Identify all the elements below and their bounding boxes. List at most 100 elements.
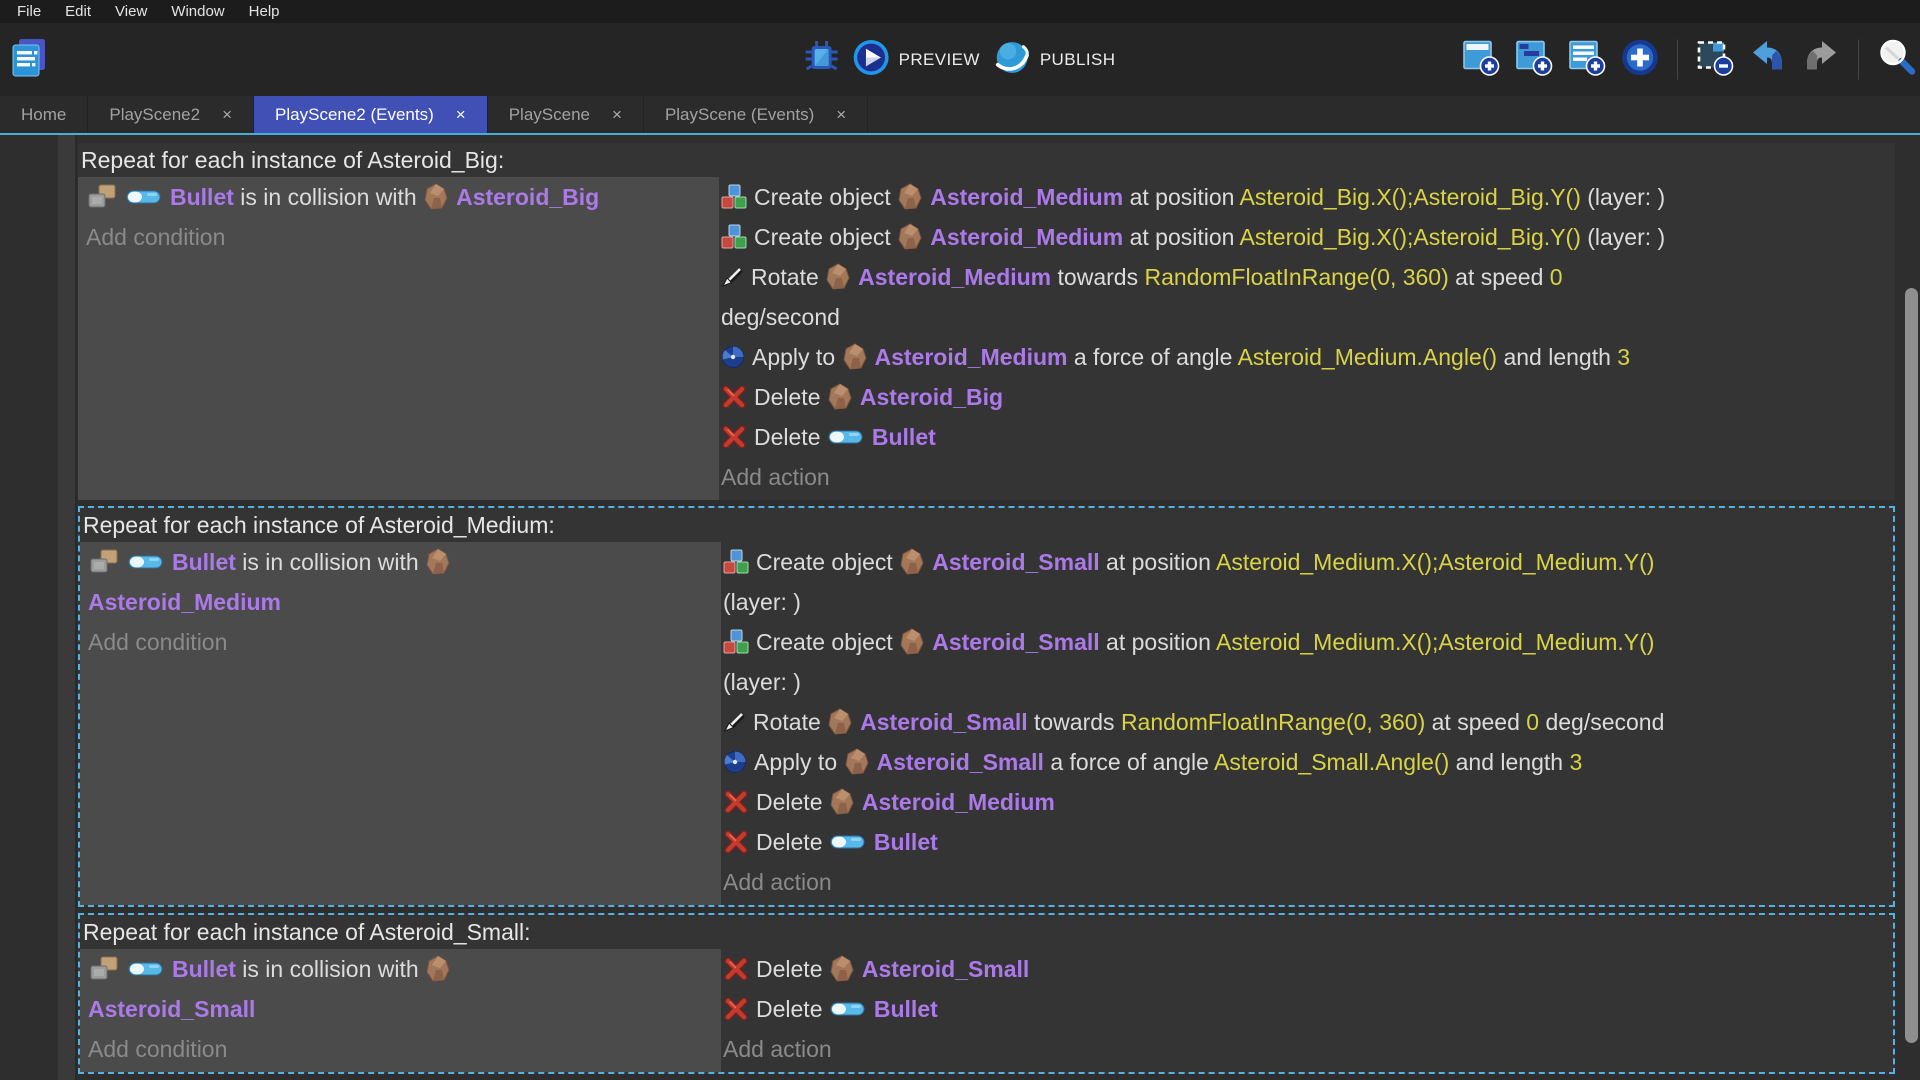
object-name: Asteroid_Small (862, 956, 1029, 982)
menu-item-window[interactable]: Window (159, 0, 236, 23)
add-event-icon[interactable] (1462, 38, 1500, 81)
collision-icon (88, 956, 120, 982)
object-name: Asteroid_Medium (858, 264, 1051, 290)
sentence-text: Rotate (751, 264, 825, 290)
tab-bar: HomePlayScene2×PlayScene2 (Events)×PlayS… (0, 96, 1920, 135)
search-icon[interactable] (1877, 37, 1917, 82)
remove-event-icon[interactable] (1696, 38, 1734, 81)
add-action-button[interactable]: Add action (721, 457, 1891, 497)
action-line: Rotate Asteroid_Small towards RandomFloa… (723, 702, 1889, 742)
sentence-text: Delete (754, 424, 827, 450)
tab-playscene[interactable]: PlayScene× (488, 96, 644, 133)
add-action-button[interactable]: Add action (723, 862, 1889, 902)
action-row[interactable]: Rotate Asteroid_Medium towards RandomFlo… (721, 257, 1891, 337)
vertical-scrollbar[interactable] (1900, 135, 1920, 1080)
menu-item-help[interactable]: Help (237, 0, 292, 23)
action-row[interactable]: Create object Asteroid_Small at position… (723, 622, 1889, 702)
event-body: Bullet is in collision with Asteroid_Big… (78, 177, 1895, 500)
expression-text: Asteroid_Medium.X();Asteroid_Medium.Y() (1216, 549, 1654, 575)
expression-text: Asteroid_Small.Angle() (1214, 749, 1449, 775)
object-name: Asteroid_Small (860, 709, 1027, 735)
condition-row[interactable]: Bullet is in collision with Asteroid_Big (86, 177, 711, 217)
condition-row[interactable]: Bullet is in collision with Asteroid_Med… (88, 542, 713, 622)
asteroid-icon (423, 183, 449, 211)
sentence-text: Delete (756, 956, 829, 982)
menu-item-file[interactable]: File (5, 0, 53, 23)
toolbar-right-group (1462, 37, 1917, 82)
tab-playscene2-events[interactable]: PlayScene2 (Events)× (254, 96, 488, 133)
event-sheet: Repeat for each instance of Asteroid_Big… (0, 135, 1920, 1080)
action-row[interactable]: Rotate Asteroid_Small towards RandomFloa… (723, 702, 1889, 742)
object-name: Asteroid_Medium (930, 184, 1123, 210)
action-row[interactable]: Delete Asteroid_Small (723, 949, 1889, 989)
tab-close-icon[interactable]: × (612, 105, 622, 125)
add-condition-button[interactable]: Add condition (88, 622, 713, 662)
action-line: Create object Asteroid_Medium at positio… (721, 217, 1891, 257)
action-row[interactable]: Apply to Asteroid_Small a force of angle… (723, 742, 1889, 782)
add-subevent-icon[interactable] (1515, 38, 1553, 81)
bullet-icon (829, 833, 867, 851)
force-icon (723, 750, 747, 774)
redo-icon[interactable] (1802, 38, 1840, 81)
action-line: Delete Bullet (723, 822, 1889, 862)
tab-home[interactable]: Home (0, 96, 88, 133)
asteroid-icon (897, 223, 923, 251)
condition-line: Bullet is in collision with Asteroid_Big (86, 177, 711, 217)
tab-playscene-events[interactable]: PlayScene (Events)× (644, 96, 868, 133)
sentence-text: deg/second (1539, 709, 1664, 735)
object-name: Asteroid_Small (932, 629, 1099, 655)
event-header[interactable]: Repeat for each instance of Asteroid_Sma… (80, 915, 1893, 949)
add-circle-icon[interactable] (1621, 38, 1659, 81)
sentence-text: at position (1123, 224, 1239, 250)
add-condition-button[interactable]: Add condition (86, 217, 711, 257)
add-action-button[interactable]: Add action (723, 1029, 1889, 1069)
publish-button[interactable]: PUBLISH (994, 39, 1116, 81)
tab-label: PlayScene2 (109, 105, 200, 125)
action-row[interactable]: Create object Asteroid_Medium at positio… (721, 217, 1891, 257)
toolbar-separator (1677, 40, 1678, 80)
action-row[interactable]: Delete Bullet (723, 989, 1889, 1029)
event-header[interactable]: Repeat for each instance of Asteroid_Big… (78, 143, 1895, 177)
tab-label: Home (21, 105, 66, 125)
menu-item-view[interactable]: View (103, 0, 159, 23)
action-row[interactable]: Create object Asteroid_Small at position… (723, 542, 1889, 622)
action-row[interactable]: Create object Asteroid_Medium at positio… (721, 177, 1891, 217)
action-row[interactable]: Delete Bullet (721, 417, 1891, 457)
event-header[interactable]: Repeat for each instance of Asteroid_Med… (80, 508, 1893, 542)
toolbar-center-group: PREVIEW PUBLISH (805, 39, 1116, 81)
preview-button[interactable]: PREVIEW (853, 39, 980, 81)
menu-item-edit[interactable]: Edit (53, 0, 103, 23)
sentence-text: a force of angle (1067, 344, 1237, 370)
condition-row[interactable]: Bullet is in collision with Asteroid_Sma… (88, 949, 713, 1029)
sentence-text: at speed (1425, 709, 1526, 735)
object-name: Bullet (170, 184, 234, 210)
delete-icon (723, 789, 749, 815)
action-row[interactable]: Apply to Asteroid_Medium a force of angl… (721, 337, 1891, 377)
undo-icon[interactable] (1749, 38, 1787, 81)
publish-label: PUBLISH (1040, 50, 1116, 70)
expression-text: 3 (1569, 749, 1582, 775)
add-condition-button[interactable]: Add condition (88, 1029, 713, 1069)
action-row[interactable]: Delete Bullet (723, 822, 1889, 862)
tab-close-icon[interactable]: × (222, 105, 232, 125)
condition-line: Asteroid_Small (88, 989, 713, 1029)
event-block-1[interactable]: Repeat for each instance of Asteroid_Big… (78, 143, 1895, 500)
create-icon (723, 549, 749, 575)
object-name: Bullet (874, 829, 938, 855)
bullet-icon (127, 553, 165, 571)
sentence-text: towards (1051, 264, 1144, 290)
gdevelop-logo-icon[interactable] (10, 38, 48, 82)
tab-playscene2[interactable]: PlayScene2 × (88, 96, 254, 133)
debugger-icon[interactable] (805, 40, 839, 79)
publish-icon (994, 39, 1031, 81)
tab-close-icon[interactable]: × (836, 105, 846, 125)
scrollbar-thumb[interactable] (1905, 288, 1918, 1043)
action-row[interactable]: Delete Asteroid_Big (721, 377, 1891, 417)
action-row[interactable]: Delete Asteroid_Medium (723, 782, 1889, 822)
expression-text: Asteroid_Big.X();Asteroid_Big.Y() (1240, 184, 1581, 210)
tab-close-icon[interactable]: × (456, 105, 466, 125)
action-line: Delete Bullet (721, 417, 1891, 457)
event-block-3[interactable]: Repeat for each instance of Asteroid_Sma… (78, 913, 1895, 1074)
event-block-2[interactable]: Repeat for each instance of Asteroid_Med… (78, 506, 1895, 907)
add-comment-icon[interactable] (1568, 38, 1606, 81)
